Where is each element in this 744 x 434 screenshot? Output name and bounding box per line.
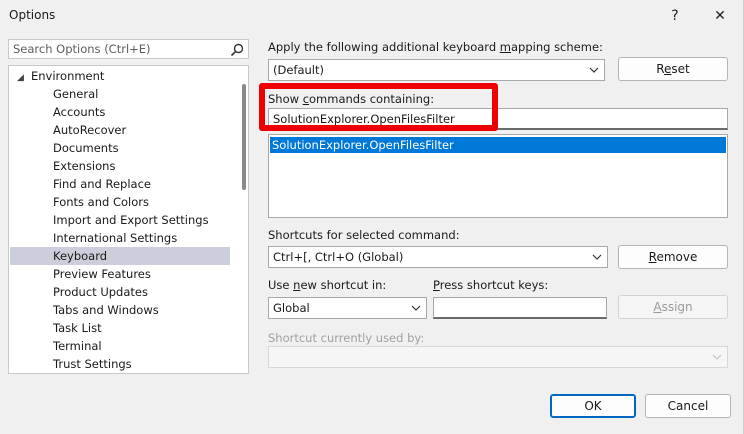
press-shortcut-keys-input[interactable]: [433, 297, 607, 319]
chevron-down-icon: [592, 254, 602, 260]
shortcuts-for-command-label: Shortcuts for selected command:: [268, 228, 460, 242]
tree-item-trust-settings[interactable]: Trust Settings: [53, 355, 132, 373]
tree-item-preview-features[interactable]: Preview Features: [53, 265, 151, 283]
mapping-scheme-dropdown[interactable]: (Default): [268, 59, 605, 81]
tree-item-find-and-replace[interactable]: Find and Replace: [53, 175, 151, 193]
collapse-caret-icon[interactable]: ◢: [17, 69, 31, 87]
use-new-shortcut-value: Global: [273, 301, 310, 315]
shortcuts-dropdown[interactable]: Ctrl+[, Ctrl+O (Global): [268, 246, 608, 268]
tree-item-terminal[interactable]: Terminal: [53, 337, 102, 355]
tree-selection-highlight: [10, 247, 230, 265]
shortcut-value: Ctrl+[, Ctrl+O (Global): [273, 250, 404, 264]
help-button[interactable]: ?: [661, 4, 689, 28]
use-new-shortcut-label: Use new shortcut in:: [268, 278, 387, 292]
shortcut-used-by-label: Shortcut currently used by:: [268, 331, 425, 345]
tree-item-extensions[interactable]: Extensions: [53, 157, 115, 175]
search-options-input[interactable]: Search Options (Ctrl+E): [8, 39, 249, 59]
window-title: Options: [9, 8, 56, 22]
mapping-scheme-value: (Default): [273, 63, 324, 77]
ok-button[interactable]: OK: [550, 394, 636, 418]
mapping-scheme-label: Apply the following additional keyboard …: [268, 40, 603, 54]
tree-item-autorecover[interactable]: AutoRecover: [53, 121, 126, 139]
remove-button[interactable]: Remove: [618, 245, 728, 269]
commands-list[interactable]: SolutionExplorer.OpenFilesFilter: [268, 134, 728, 218]
options-tree[interactable]: ◢ Environment General Accounts AutoRecove…: [8, 65, 249, 374]
chevron-down-icon: [712, 354, 722, 360]
tree-item-accounts[interactable]: Accounts: [53, 103, 105, 121]
assign-button[interactable]: Assign: [618, 295, 728, 319]
tree-item-international[interactable]: International Settings: [53, 229, 177, 247]
tree-item-product-updates[interactable]: Product Updates: [53, 283, 148, 301]
title-bar: Options ? ✕: [0, 0, 744, 32]
chevron-down-icon: [589, 67, 599, 73]
tree-item-general[interactable]: General: [53, 85, 98, 103]
tree-scrollbar[interactable]: [242, 84, 246, 190]
search-placeholder: Search Options (Ctrl+E): [13, 42, 151, 56]
tree-item-keyboard[interactable]: Keyboard: [53, 247, 107, 265]
search-icon[interactable]: [229, 42, 245, 58]
list-item[interactable]: SolutionExplorer.OpenFilesFilter: [270, 137, 726, 153]
use-new-shortcut-dropdown[interactable]: Global: [268, 297, 427, 319]
cancel-button[interactable]: Cancel: [645, 394, 731, 418]
annotation-highlight-box: [259, 83, 498, 131]
tree-item-task-list[interactable]: Task List: [53, 319, 102, 337]
tree-item-label: Environment: [31, 69, 105, 83]
shortcut-used-by-dropdown[interactable]: [268, 346, 728, 368]
close-button[interactable]: ✕: [706, 4, 734, 28]
tree-item-tabs-and-windows[interactable]: Tabs and Windows: [53, 301, 159, 319]
tree-item-fonts-and-colors[interactable]: Fonts and Colors: [53, 193, 149, 211]
reset-button[interactable]: Reset: [618, 57, 728, 81]
chevron-down-icon: [411, 305, 421, 311]
press-shortcut-keys-label: Press shortcut keys:: [433, 278, 549, 292]
tree-item-environment[interactable]: ◢ Environment: [17, 67, 104, 85]
tree-item-documents[interactable]: Documents: [53, 139, 119, 157]
tree-item-import-export[interactable]: Import and Export Settings: [53, 211, 209, 229]
